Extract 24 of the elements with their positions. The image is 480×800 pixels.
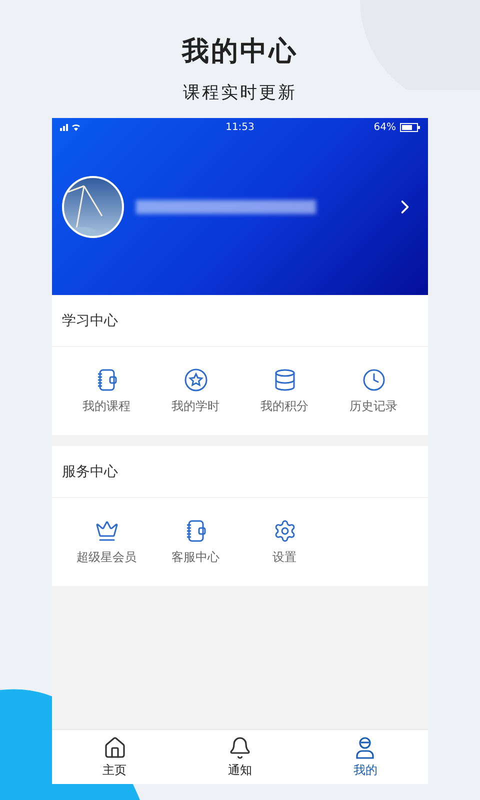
clock-icon: [362, 368, 386, 392]
bell-icon: [228, 736, 252, 760]
settings-icon: [272, 518, 296, 542]
status-time: 11:53: [226, 122, 254, 132]
menu-item[interactable]: 我的课程: [62, 368, 151, 414]
tab-item[interactable]: 我的: [302, 730, 428, 784]
section-title: 学习中心: [52, 295, 428, 347]
battery-icon: [400, 122, 420, 132]
crown-icon: [94, 518, 118, 542]
home-icon: [102, 736, 127, 760]
menu-item[interactable]: 设置: [240, 518, 329, 566]
promo-title: 我的中心: [182, 35, 298, 69]
menu-item[interactable]: 客服中心: [151, 518, 240, 566]
menu-item[interactable]: 我的积分: [240, 368, 329, 414]
menu-item[interactable]: 我的学时: [151, 368, 240, 414]
battery-percent: 64%: [374, 122, 396, 132]
signal-icon: [60, 123, 82, 131]
promo-subtitle: 课程实时更新: [183, 82, 297, 104]
section-title: 服务中心: [52, 446, 428, 498]
menu-item[interactable]: 超级星会员: [62, 518, 151, 566]
tab-item[interactable]: 主页: [52, 730, 178, 784]
coins-icon: [272, 368, 296, 392]
menu-item[interactable]: 历史记录: [329, 368, 418, 414]
tab-item[interactable]: 通知: [177, 730, 303, 784]
